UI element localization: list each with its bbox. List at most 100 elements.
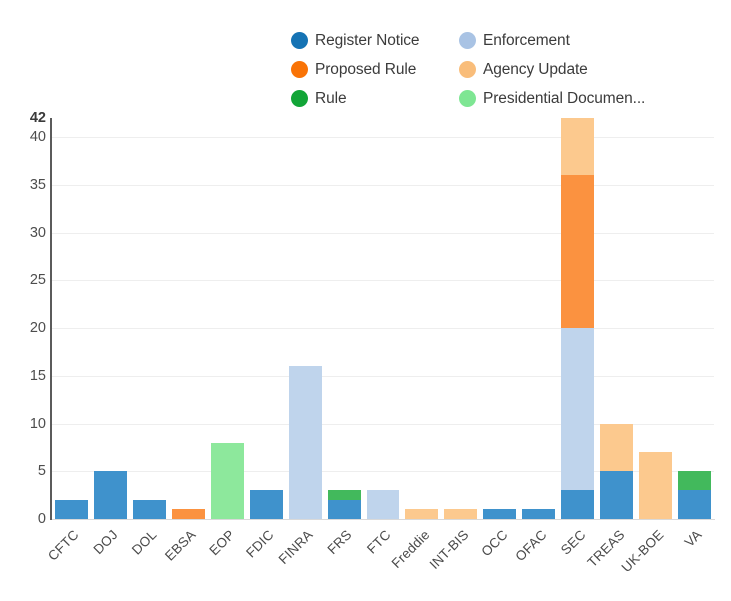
bar-stack[interactable]: [444, 509, 478, 519]
y-axis-tick-label: 40: [29, 128, 46, 145]
bar-column[interactable]: [519, 118, 558, 519]
bar-stack[interactable]: [678, 471, 711, 519]
bar-segment[interactable]: [327, 499, 361, 519]
bar-segment[interactable]: [483, 509, 517, 519]
bar-column[interactable]: [130, 118, 169, 519]
bar-segment[interactable]: [639, 452, 672, 519]
bar-column[interactable]: [286, 118, 325, 519]
x-axis-tick-label: OCC: [478, 527, 511, 560]
bar-segment[interactable]: [561, 328, 595, 491]
bar-segment[interactable]: [561, 118, 595, 176]
bar-column[interactable]: [402, 118, 441, 519]
bar-segment[interactable]: [522, 509, 556, 519]
stacked-bar-chart: Register Notice Enforcement Proposed Rule A…: [0, 0, 731, 601]
y-axis-tick-labels: 0 5 10 15 20 25 30 35 40 42: [0, 111, 46, 526]
bar-stack[interactable]: [561, 118, 595, 519]
x-axis-tick-slot: EBSA: [162, 521, 208, 601]
bar-column[interactable]: [91, 118, 130, 519]
bar-segment[interactable]: [327, 490, 361, 500]
x-axis-line: [52, 519, 715, 520]
y-axis-tick-label: 0: [37, 510, 46, 527]
bar-stack[interactable]: [55, 499, 88, 519]
bar-column[interactable]: [636, 118, 675, 519]
bar-stack[interactable]: [132, 499, 166, 519]
bar-segment[interactable]: [55, 499, 88, 519]
y-axis-tick-label: 42: [29, 109, 46, 126]
legend-swatch-icon: [291, 90, 308, 107]
bar-stack[interactable]: [639, 452, 672, 519]
x-axis-tick-label: FDIC: [243, 527, 277, 561]
bar-segment[interactable]: [678, 471, 711, 491]
x-axis-tick-labels: CFTC DOJ DOL EBSA EOP FDIC FINRA FRS FTC Freddie I…: [45, 521, 714, 601]
legend-item[interactable]: Enforcement: [459, 26, 691, 55]
bar-stack[interactable]: [483, 509, 517, 519]
bar-stack[interactable]: [288, 366, 322, 519]
legend-item-label: Enforcement: [483, 31, 570, 49]
x-axis-tick-slot: VA: [675, 521, 714, 601]
x-axis-tick-label: DOL: [129, 527, 160, 558]
x-axis-tick-label: VA: [682, 527, 706, 550]
legend-item-label: Rule: [315, 89, 347, 107]
bar-stack[interactable]: [93, 471, 127, 519]
x-axis-tick-slot: UK-BOE: [618, 521, 675, 601]
x-axis-tick-label: EOP: [206, 527, 238, 559]
bar-segment[interactable]: [366, 490, 400, 519]
legend-item[interactable]: Rule: [291, 84, 459, 113]
bar-column[interactable]: [169, 118, 208, 519]
bar-segment[interactable]: [600, 471, 634, 519]
x-axis-tick-slot: DOL: [129, 521, 169, 601]
x-axis-tick-slot: EOP: [206, 521, 247, 601]
bar-segment[interactable]: [93, 471, 127, 519]
legend-item[interactable]: Agency Update: [459, 55, 691, 84]
legend-swatch-icon: [291, 61, 308, 78]
bar-column[interactable]: [364, 118, 403, 519]
bar-stack[interactable]: [171, 509, 205, 519]
y-axis-tick-label: 10: [29, 415, 46, 432]
x-axis-tick-label: FRS: [324, 527, 355, 558]
bar-column[interactable]: [441, 118, 480, 519]
bar-group: [52, 118, 714, 519]
legend-item[interactable]: Presidential Documen...: [459, 84, 691, 113]
bar-column[interactable]: [247, 118, 286, 519]
bar-stack[interactable]: [522, 509, 556, 519]
legend-swatch-icon: [459, 32, 476, 49]
y-axis-tick-label: 15: [29, 367, 46, 384]
bar-segment[interactable]: [171, 509, 205, 519]
bar-column[interactable]: [325, 118, 364, 519]
bar-stack[interactable]: [249, 490, 283, 519]
legend-item-label: Presidential Documen...: [483, 89, 646, 107]
x-axis-tick-slot: OCC: [478, 521, 519, 601]
bar-column[interactable]: [52, 118, 91, 519]
bar-segment[interactable]: [210, 442, 244, 519]
bar-stack[interactable]: [366, 490, 400, 519]
bar-stack[interactable]: [600, 423, 634, 519]
bar-segment[interactable]: [561, 490, 595, 519]
bar-stack[interactable]: [210, 442, 244, 519]
legend-swatch-icon: [291, 32, 308, 49]
bar-column[interactable]: [597, 118, 636, 519]
bar-segment[interactable]: [600, 423, 634, 472]
x-axis-tick-label: SEC: [557, 527, 589, 558]
y-axis-tick-label: 20: [29, 319, 46, 336]
bar-stack[interactable]: [405, 509, 439, 519]
legend-item-label: Agency Update: [483, 60, 588, 78]
bar-column[interactable]: [558, 118, 597, 519]
bar-segment[interactable]: [132, 499, 166, 519]
x-axis-tick-label: CFTC: [45, 527, 83, 564]
bar-segment[interactable]: [288, 366, 322, 519]
x-axis-tick-slot: CFTC: [45, 521, 91, 601]
legend-item[interactable]: Proposed Rule: [291, 55, 459, 84]
bar-column[interactable]: [480, 118, 519, 519]
x-axis-tick-slot: FINRA: [276, 521, 325, 601]
bar-segment[interactable]: [678, 490, 711, 519]
y-axis-tick-label: 5: [37, 463, 46, 479]
legend-item[interactable]: Register Notice: [291, 26, 459, 55]
x-axis-tick-label: FTC: [363, 527, 394, 557]
bar-segment[interactable]: [444, 509, 478, 519]
bar-segment[interactable]: [249, 490, 283, 519]
bar-stack[interactable]: [327, 490, 361, 519]
bar-column[interactable]: [208, 118, 247, 519]
bar-column[interactable]: [675, 118, 714, 519]
bar-segment[interactable]: [561, 175, 595, 329]
bar-segment[interactable]: [405, 509, 439, 519]
